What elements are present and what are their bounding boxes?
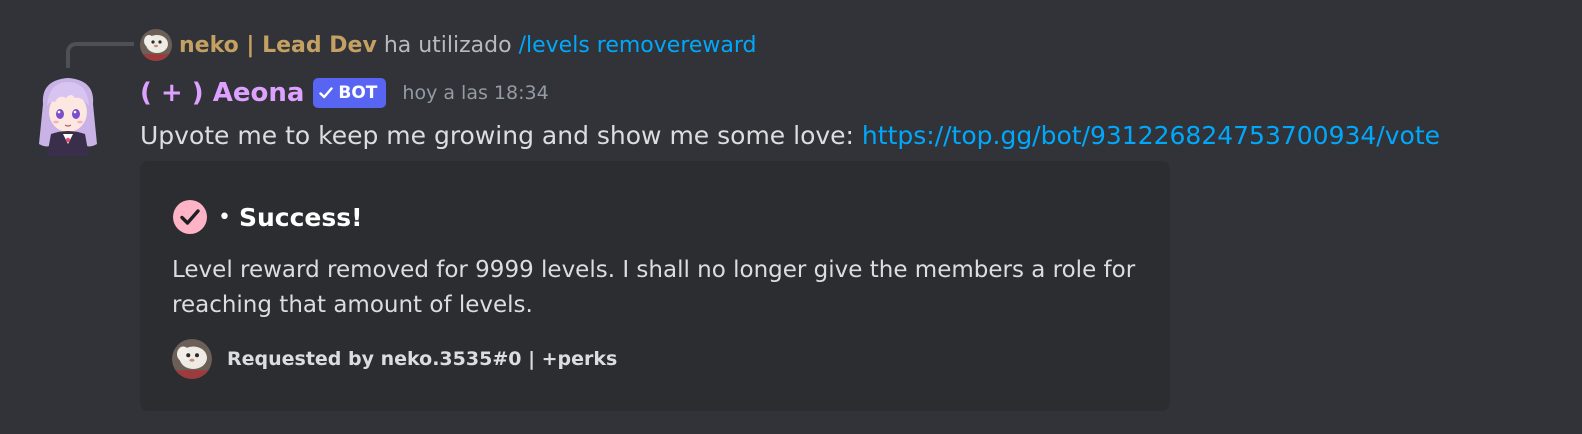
reply-author-name[interactable]: neko | Lead Dev [179, 33, 377, 58]
check-circle-icon [173, 200, 207, 234]
message-header: ( + ) Aeona BOT hoy a las 18:34 [140, 74, 549, 112]
embed-title: • Success! [172, 199, 363, 235]
bot-tag-label: BOT [338, 83, 378, 103]
title-separator: • [218, 204, 231, 230]
reply-reference[interactable]: neko | Lead Dev ha utilizado /levels rem… [140, 28, 757, 62]
bot-tag: BOT [313, 78, 387, 108]
message-content: Upvote me to keep me growing and show me… [140, 117, 1440, 155]
reply-author-avatar[interactable] [140, 29, 172, 61]
bot-avatar[interactable] [33, 74, 103, 156]
embed-footer: Requested by neko.3535#0 | +perks [172, 339, 617, 379]
reply-action-text: ha utilizado [383, 32, 512, 58]
message-text: Upvote me to keep me growing and show me… [140, 121, 862, 150]
reply-spine [66, 42, 134, 68]
message-timestamp[interactable]: hoy a las 18:34 [402, 82, 548, 104]
reply-command-link[interactable]: /levels removereward [519, 33, 757, 58]
embed-footer-text: Requested by neko.3535#0 | +perks [227, 348, 618, 370]
embed-card: • Success! Level reward removed for 9999… [140, 161, 1170, 411]
vote-link[interactable]: https://top.gg/bot/931226824753700934/vo… [862, 121, 1440, 150]
embed-title-text: Success! [238, 202, 363, 232]
embed-description: Level reward removed for 9999 levels. I … [172, 257, 1136, 318]
footer-avatar [172, 339, 212, 379]
bot-author-name[interactable]: ( + ) Aeona [140, 78, 304, 108]
checkmark-icon [319, 87, 334, 99]
